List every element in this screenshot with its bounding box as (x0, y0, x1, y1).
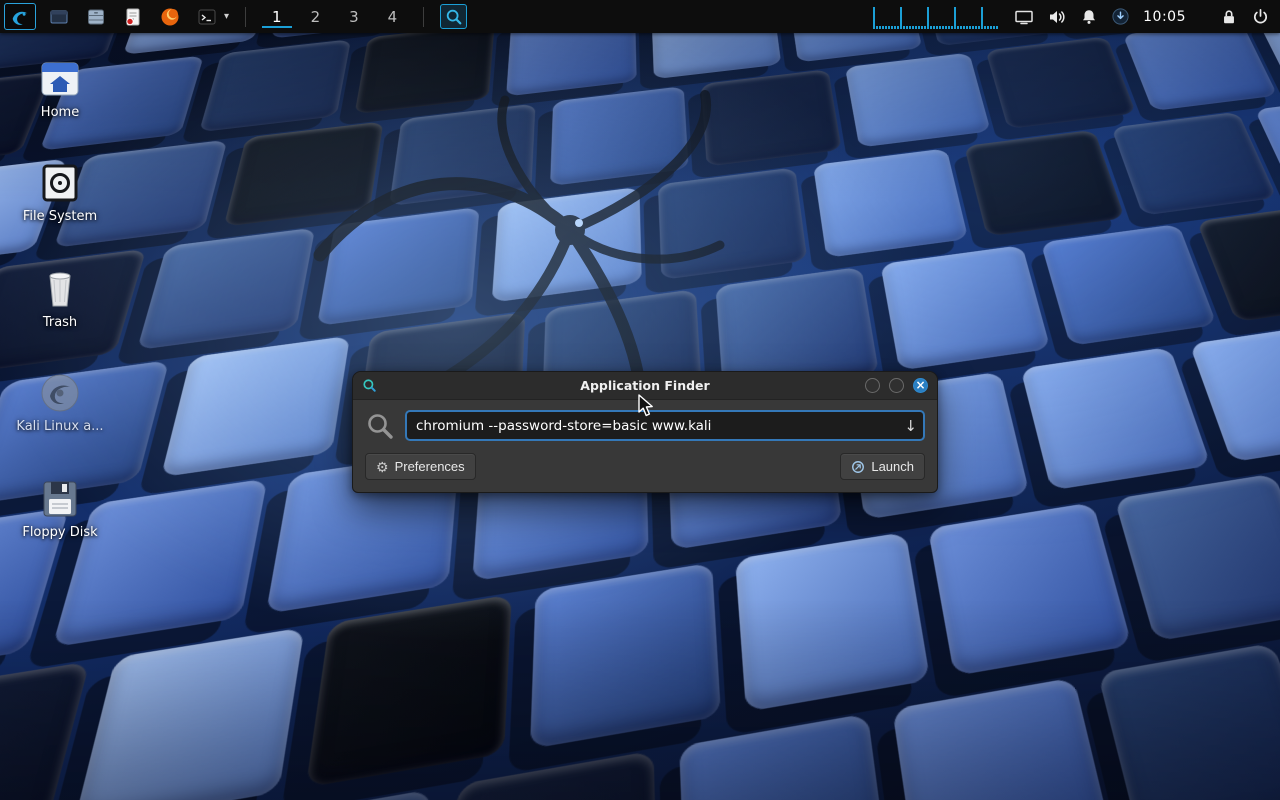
home-icon (38, 58, 82, 100)
file-manager-launcher[interactable] (82, 4, 110, 30)
search-icon (445, 8, 463, 26)
trash-icon (38, 268, 82, 310)
panel-right-cluster: 10:05 (873, 5, 1280, 29)
workspace-1[interactable]: 1 (262, 5, 292, 28)
window-controls: × (865, 378, 928, 393)
audio-visualizer[interactable] (873, 5, 1001, 29)
chevron-down-icon[interactable]: ▾ (224, 11, 229, 22)
applications-menu-button[interactable] (4, 3, 36, 30)
terminal-icon (197, 7, 217, 27)
text-editor-icon (123, 7, 143, 27)
display-icon[interactable] (1014, 7, 1034, 27)
desktop-icon-kali-linux[interactable]: Kali Linux a... (12, 372, 108, 435)
terminal-launcher[interactable] (193, 4, 221, 30)
desktop-icon-label: Floppy Disk (22, 526, 97, 541)
desktop-icon-trash[interactable]: Trash (12, 268, 108, 331)
desktop-icon-label: Trash (43, 316, 77, 331)
desktop-icon-home[interactable]: Home (12, 58, 108, 121)
panel-separator (423, 7, 424, 27)
preferences-button[interactable]: ⚙ Preferences (365, 453, 476, 480)
desktop-icon-label: Home (41, 106, 79, 121)
button-row: ⚙ Preferences Launch (365, 453, 925, 480)
text-editor-launcher[interactable] (119, 4, 147, 30)
workspace-2[interactable]: 2 (301, 5, 331, 28)
desktop-icon-floppy-disk[interactable]: Floppy Disk (12, 478, 108, 541)
application-finder-window: Application Finder × ↓ ⚙ Preferences (352, 371, 938, 493)
close-button[interactable]: × (913, 378, 928, 393)
lock-icon[interactable] (1220, 8, 1238, 26)
clock[interactable]: 10:05 (1143, 9, 1186, 25)
volume-icon[interactable] (1047, 7, 1067, 27)
show-desktop-button[interactable] (45, 4, 73, 30)
command-input[interactable] (405, 410, 925, 441)
firefox-icon (160, 7, 180, 27)
firefox-launcher[interactable] (156, 4, 184, 30)
file-manager-icon (86, 7, 106, 27)
file-system-icon (38, 162, 82, 204)
logout-icon[interactable] (1251, 7, 1270, 26)
floppy-disk-icon (38, 478, 82, 520)
window-title: Application Finder (353, 378, 937, 393)
panel-left-cluster: ▾ 1 2 3 4 (0, 3, 467, 30)
maximize-button[interactable] (889, 378, 904, 393)
panel-separator (245, 7, 246, 27)
application-finder-launcher[interactable] (440, 4, 467, 29)
mouse-cursor (636, 394, 656, 418)
gear-icon: ⚙ (376, 460, 389, 474)
desktop-icon-file-system[interactable]: File System (12, 162, 108, 225)
desktop-icon-label: File System (23, 210, 97, 225)
launch-button-label: Launch (871, 459, 914, 474)
notification-bell-icon[interactable] (1080, 8, 1098, 26)
window-icon (49, 7, 69, 27)
kali-logo-icon (9, 6, 31, 28)
update-indicator-icon[interactable] (1111, 7, 1130, 26)
desktop-icon-label: Kali Linux a... (16, 420, 103, 435)
workspace-4[interactable]: 4 (378, 5, 408, 28)
command-input-wrap: ↓ (405, 410, 925, 441)
search-icon (365, 411, 395, 441)
workspace-3[interactable]: 3 (339, 5, 369, 28)
launch-button[interactable]: Launch (840, 453, 925, 480)
minimize-button[interactable] (865, 378, 880, 393)
launch-icon (851, 460, 865, 474)
kali-disk-icon (38, 372, 82, 414)
preferences-button-label: Preferences (395, 459, 465, 474)
history-dropdown-arrow[interactable]: ↓ (904, 410, 917, 441)
top-panel: ▾ 1 2 3 4 1 (0, 0, 1280, 33)
